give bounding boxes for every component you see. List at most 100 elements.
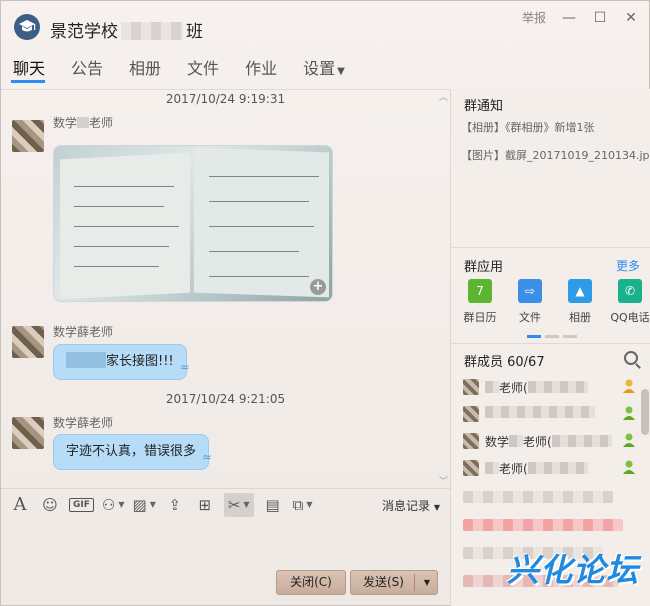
maximize-icon[interactable]: ☐: [592, 10, 608, 26]
remote-assist-icon[interactable]: ⧉ ▼: [292, 493, 314, 517]
folder-icon: ⇨: [518, 279, 542, 303]
message-bubble[interactable]: 家长接图!!! ≈: [53, 344, 190, 380]
avatar[interactable]: [12, 417, 44, 449]
app-label: 相册: [569, 311, 591, 324]
group-notice-item[interactable]: 【图片】截屏_20171019_210134.jpg: [461, 147, 650, 163]
group-notice-item[interactable]: 【相册】《群相册》新增1张: [461, 119, 595, 135]
avatar[interactable]: [12, 326, 44, 358]
blurred-member-row[interactable]: [463, 519, 623, 531]
tab-settings[interactable]: 设置 ▼: [291, 51, 355, 83]
tab-album-label: 相册: [129, 59, 162, 78]
pager-dot[interactable]: [545, 335, 559, 338]
report-button[interactable]: 举报: [522, 9, 546, 26]
pager-dot[interactable]: [527, 335, 541, 338]
name-blur-mask: [485, 406, 595, 418]
chevron-down-icon: ▼: [337, 66, 345, 77]
tab-homework[interactable]: 作业: [233, 51, 287, 83]
avatar: [463, 460, 479, 476]
scroll-down-icon[interactable]: ﹀: [439, 474, 448, 487]
chevron-down-icon: ▼: [118, 500, 125, 509]
photo-text-line: [74, 246, 169, 247]
member-item[interactable]: 老师(: [463, 459, 643, 477]
member-name-suffix: 老师(: [523, 435, 552, 449]
app-calendar[interactable]: 7 群日历: [455, 279, 505, 325]
calendar-icon: 7: [468, 279, 492, 303]
gif-button[interactable]: GIF: [69, 493, 94, 517]
avatar[interactable]: [12, 120, 44, 152]
game-icon[interactable]: ⚇ ▼: [102, 493, 125, 517]
zoom-in-icon[interactable]: +: [310, 279, 326, 295]
font-icon[interactable]: A: [9, 493, 31, 517]
name-blur-mask: [551, 435, 612, 447]
tab-album[interactable]: 相册: [117, 51, 171, 83]
app-files[interactable]: ⇨ 文件: [505, 279, 555, 325]
member-name: 老师(: [485, 379, 588, 396]
qq-group-chat-window: 景范学校班 举报 — ☐ ✕ 聊天 公告 相册 文件 作业 设置 ▼ ︿ 2017…: [0, 0, 650, 606]
minimize-icon[interactable]: —: [561, 10, 577, 26]
app-album[interactable]: ▲ 相册: [555, 279, 605, 325]
send-button[interactable]: 发送(S) ▼: [350, 570, 438, 595]
section-divider: [451, 343, 650, 344]
member-list-scrollbar[interactable]: [641, 389, 649, 435]
section-divider: [451, 247, 650, 248]
sender-suffix: 老师: [89, 116, 114, 130]
app-qq-call[interactable]: ✆ QQ电话: [605, 279, 650, 325]
red-packet-icon[interactable]: ▤: [262, 493, 284, 517]
avatar: [463, 433, 479, 449]
group-members-title: 群成员 60/67: [464, 355, 545, 370]
upload-icon[interactable]: ⇪: [164, 493, 186, 517]
tab-settings-label: 设置: [303, 59, 336, 78]
more-apps-link[interactable]: 更多: [616, 257, 640, 274]
search-icon[interactable]: [624, 351, 638, 365]
photo-icon: ▲: [568, 279, 592, 303]
member-name: 老师(: [485, 460, 588, 477]
photo-text-line: [209, 276, 309, 277]
tab-files[interactable]: 文件: [175, 51, 229, 83]
emoji-icon[interactable]: ☺: [39, 493, 61, 517]
member-item[interactable]: 老师(: [463, 378, 643, 396]
message-timestamp: 2017/10/24 9:19:31: [165, 92, 286, 106]
group-apps-title: 群应用: [464, 260, 504, 275]
title-blur-mask: [121, 22, 183, 40]
admin-badge-icon: [623, 460, 635, 474]
group-logo-icon: [14, 14, 40, 40]
send-options-chevron-icon[interactable]: ▼: [424, 571, 430, 594]
text-blur-mask: [66, 352, 106, 368]
member-item[interactable]: 数学 老师(: [463, 432, 643, 450]
tab-announcement-label: 公告: [71, 59, 104, 78]
chevron-down-icon: ▼: [149, 500, 156, 509]
message-timestamp: 2017/10/24 9:21:05: [165, 392, 286, 406]
group-apps-list: 7 群日历 ⇨ 文件 ▲ 相册 ✆ QQ电话: [455, 279, 650, 325]
tab-chat[interactable]: 聊天: [1, 51, 55, 83]
member-item[interactable]: [463, 405, 643, 423]
pager-dot[interactable]: [563, 335, 577, 338]
homework-photo-image[interactable]: +: [53, 145, 333, 302]
blurred-member-row[interactable]: [463, 491, 613, 503]
chat-message-area[interactable]: ︿ 2017/10/24 9:19:31 数学 老师 + 数学薛老师 家长接图!!…: [1, 89, 450, 487]
message-input[interactable]: [1, 521, 450, 571]
gift-icon[interactable]: ⊞: [194, 493, 216, 517]
bubble-wave-icon: ≈: [201, 450, 213, 464]
photo-text-line: [74, 206, 164, 207]
screenshot-scissors-icon[interactable]: ✂ ▼: [223, 492, 254, 517]
message-sender: 数学薛老师: [53, 325, 114, 339]
tab-announcement[interactable]: 公告: [59, 51, 113, 83]
send-divider: [414, 574, 415, 591]
name-blur-mask: [527, 462, 588, 474]
member-name-suffix: 老师(: [499, 381, 528, 395]
input-toolbar: A ☺ GIF ⚇ ▼ ▨ ▼ ⇪ ⊞ ✂ ▼ ▤ ⧉ ▼ 消息记录 ▼: [1, 488, 450, 520]
title-prefix: 景范学校: [50, 22, 118, 42]
member-name-prefix: 数学: [485, 435, 510, 449]
right-side-panel: 群通知 【相册】《群相册》新增1张 【图片】截屏_20171019_210134…: [450, 89, 650, 606]
member-name: [485, 406, 595, 420]
image-icon[interactable]: ▨ ▼: [133, 493, 156, 517]
photo-text-line: [74, 186, 174, 187]
name-blur-mask: [485, 381, 499, 393]
avatar: [463, 379, 479, 395]
close-icon[interactable]: ✕: [623, 10, 639, 26]
message-bubble[interactable]: 字迹不认真，错误很多 ≈: [53, 434, 212, 470]
app-label: 群日历: [463, 311, 497, 324]
close-button[interactable]: 关闭(C): [276, 570, 346, 595]
owner-badge-icon: [623, 379, 635, 393]
message-history-button[interactable]: 消息记录 ▼: [382, 497, 440, 514]
